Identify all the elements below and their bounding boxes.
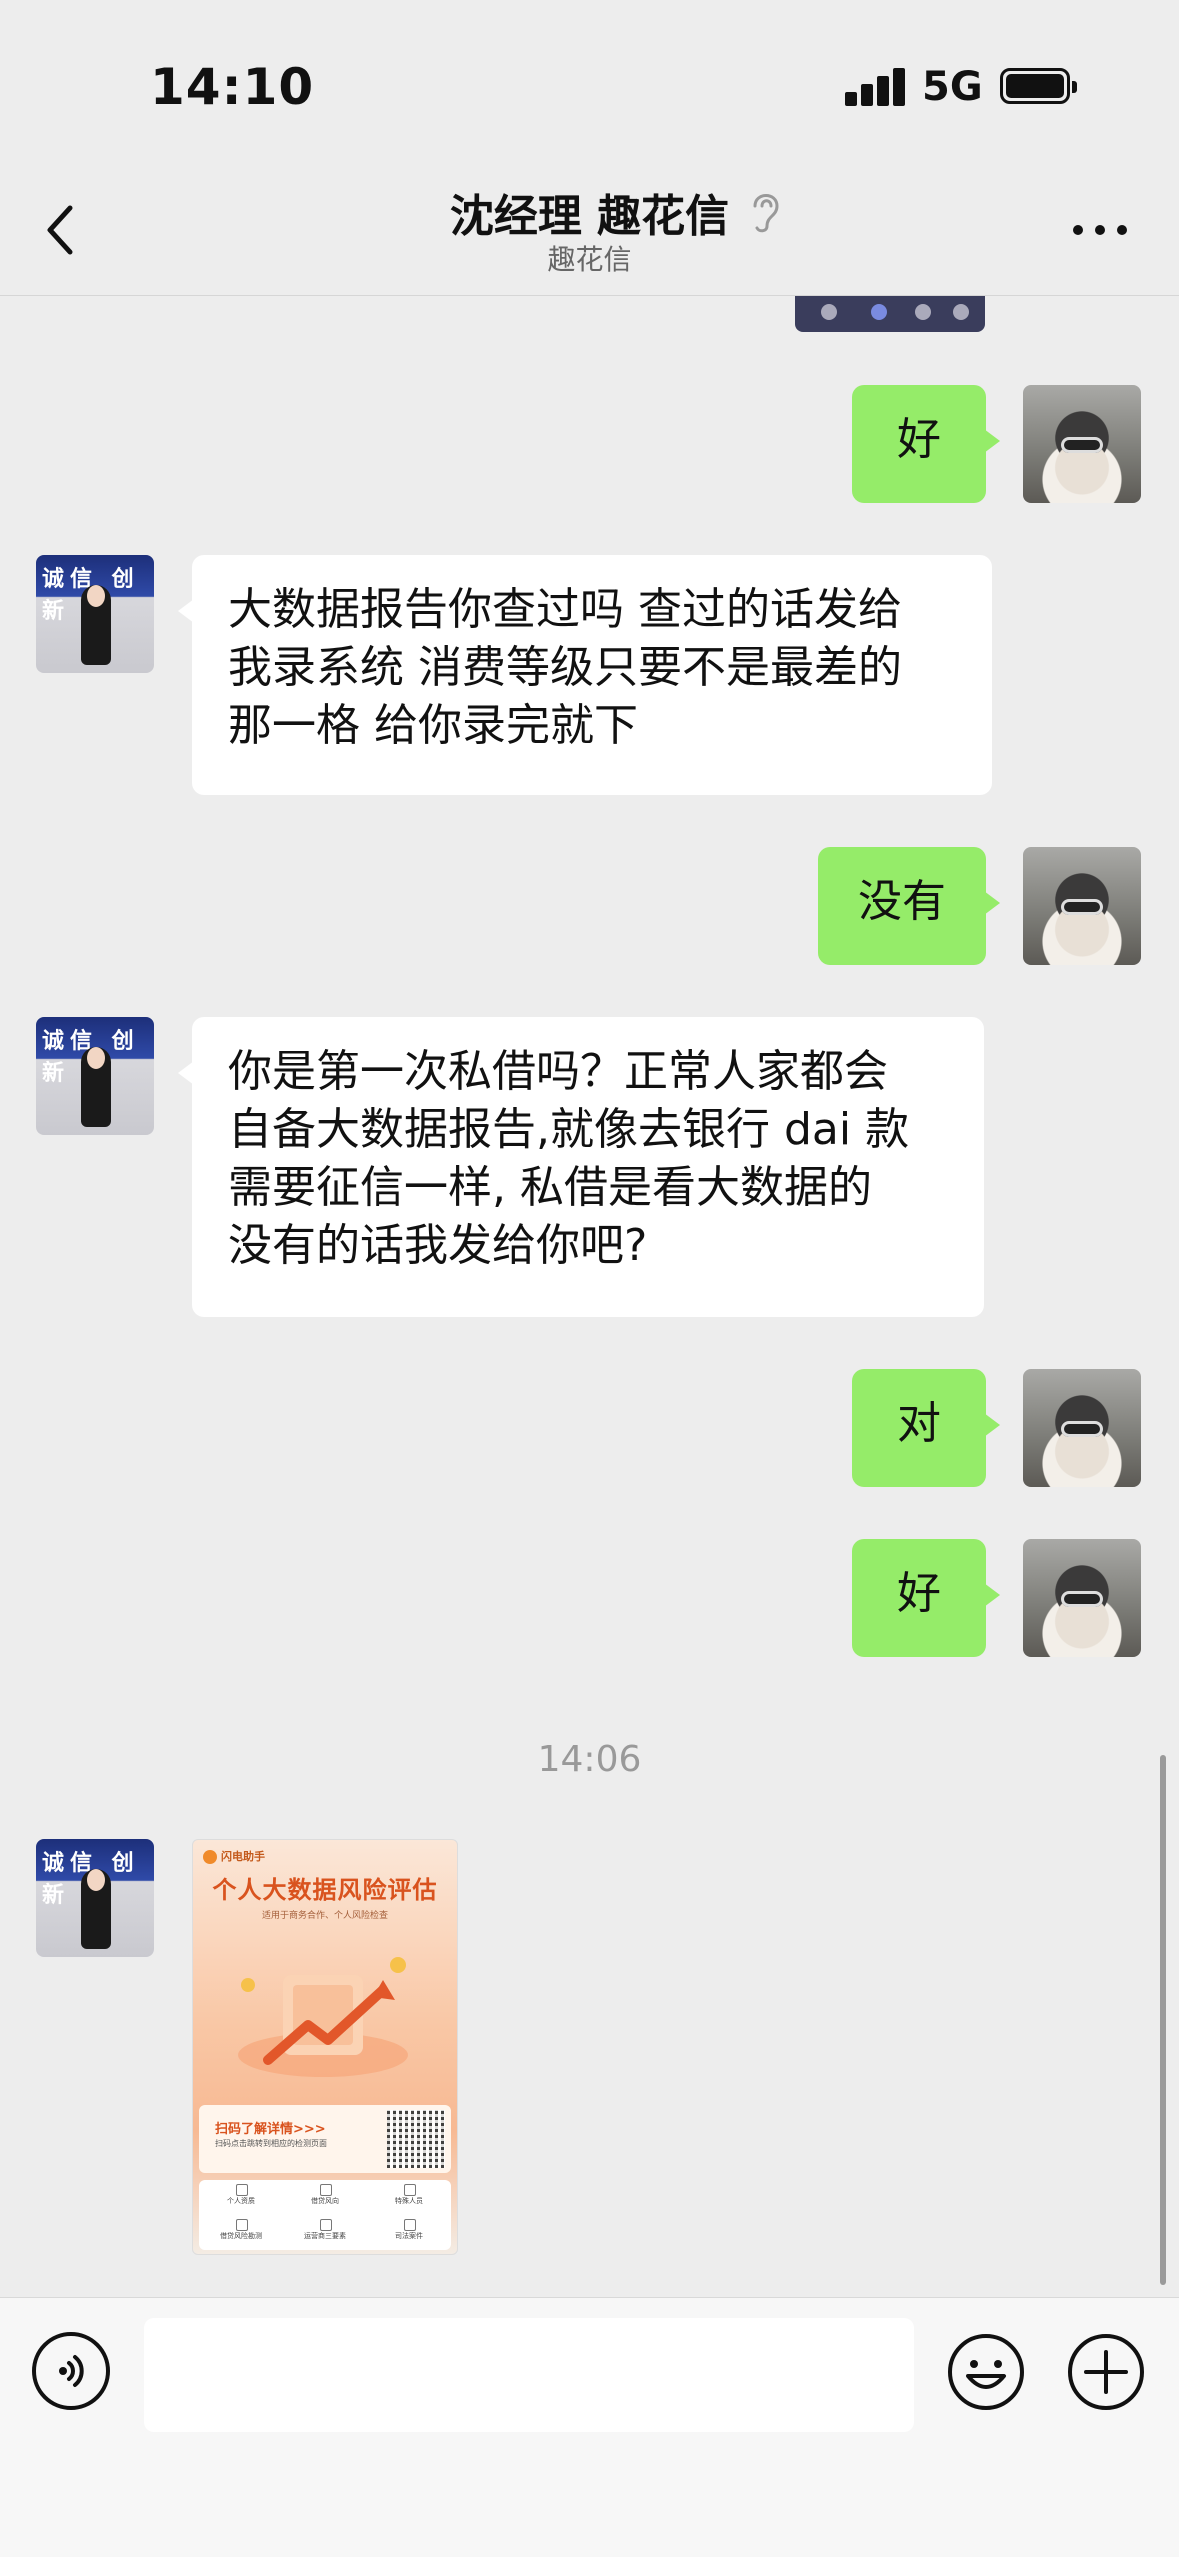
poster-brand: 闪电助手	[203, 1848, 265, 1864]
message-line: 那一格 给你录完就下	[228, 700, 638, 751]
more-icon	[1073, 225, 1083, 235]
more-button[interactable]	[1065, 210, 1135, 250]
poster-feature-grid: 个人资质 借贷风向 特殊人员 借贷风险勘测 运营商三要素 司法案件	[199, 2180, 451, 2250]
message-list[interactable]: 好 诚信 创新 大数据报告你查过吗 查过的话发给 我录系统 消费等级只要不是最差…	[0, 296, 1179, 2296]
ear-icon	[753, 194, 779, 233]
poster-feature: 司法案件	[367, 2215, 451, 2250]
voice-button[interactable]	[32, 2332, 110, 2410]
my-avatar[interactable]	[1023, 847, 1141, 965]
emoji-icon[interactable]	[946, 2332, 1026, 2412]
poster-feature: 借贷风险勘测	[199, 2215, 283, 2250]
poster-feature: 借贷风向	[283, 2180, 367, 2215]
previous-image-thumbnail[interactable]	[795, 296, 985, 332]
my-avatar[interactable]	[1023, 1539, 1141, 1657]
message-input[interactable]	[144, 2318, 914, 2432]
network-label: 5G	[922, 64, 983, 110]
input-bar	[0, 2297, 1179, 2557]
poster-feature: 运营商三要素	[283, 2215, 367, 2250]
my-message-bubble[interactable]: 没有	[818, 847, 1000, 965]
message-text: 好	[897, 1568, 941, 1619]
scrollbar[interactable]	[1160, 1755, 1166, 2285]
message-line: 自备大数据报告,就像去银行 dai 款	[228, 1104, 910, 1155]
message-line: 我录系统 消费等级只要不是最差的	[228, 642, 902, 693]
my-message-bubble[interactable]: 好	[852, 1539, 1000, 1657]
contact-message-bubble[interactable]: 大数据报告你查过吗 查过的话发给 我录系统 消费等级只要不是最差的 那一格 给你…	[178, 555, 992, 795]
signal-icon	[845, 66, 905, 106]
my-avatar[interactable]	[1023, 1369, 1141, 1487]
contact-avatar[interactable]: 诚信 创新	[36, 1839, 154, 1957]
contact-avatar[interactable]: 诚信 创新	[36, 1017, 154, 1135]
poster-tagline: 适用于商务合作、个人风险检查	[261, 1911, 388, 1921]
my-message-bubble[interactable]: 对	[852, 1369, 1000, 1487]
my-message-bubble[interactable]: 好	[852, 385, 1000, 503]
battery-icon	[1000, 68, 1077, 104]
poster-headline: 个人大数据风险评估	[212, 1876, 438, 1904]
message-text: 对	[897, 1398, 941, 1449]
contact-avatar[interactable]: 诚信 创新	[36, 555, 154, 673]
add-icon[interactable]	[1066, 2332, 1146, 2412]
status-time: 14:10	[150, 58, 315, 116]
qr-code	[387, 2110, 445, 2168]
chat-subtitle: 趣花信	[547, 243, 632, 276]
message-text: 好	[897, 414, 941, 465]
chat-header: 沈经理 趣花信 趣花信	[0, 170, 1179, 296]
message-text: 没有	[858, 876, 946, 927]
status-bar: 14:10 5G	[0, 0, 1179, 170]
poster-feature: 个人资质	[199, 2180, 283, 2215]
contact-message-bubble[interactable]: 你是第一次私借吗？正常人家都会 自备大数据报告,就像去银行 dai 款 需要征信…	[178, 1017, 984, 1317]
message-line: 需要征信一样, 私借是看大数据的	[228, 1162, 872, 1213]
poster-cta: 扫码了解详情>>>	[215, 2122, 326, 2137]
message-line: 大数据报告你查过吗 查过的话发给	[228, 584, 902, 635]
poster-illustration	[238, 1957, 408, 2077]
message-line: 没有的话我发给你吧?	[228, 1220, 648, 1271]
poster-feature: 特殊人员	[367, 2180, 451, 2215]
voice-icon	[59, 2355, 84, 2387]
poster-cta-note: 扫码点击跳转到相应的检测页面	[215, 2139, 327, 2148]
my-avatar[interactable]	[1023, 385, 1141, 503]
chat-title: 沈经理 趣花信	[449, 191, 730, 242]
message-timestamp: 14:06	[537, 1739, 642, 1780]
message-line: 你是第一次私借吗？正常人家都会	[228, 1046, 888, 1097]
image-message-poster[interactable]: 闪电助手 个人大数据风险评估 适用于商务合作、个人风险检查 扫码了解详情>>> …	[192, 1839, 458, 2255]
